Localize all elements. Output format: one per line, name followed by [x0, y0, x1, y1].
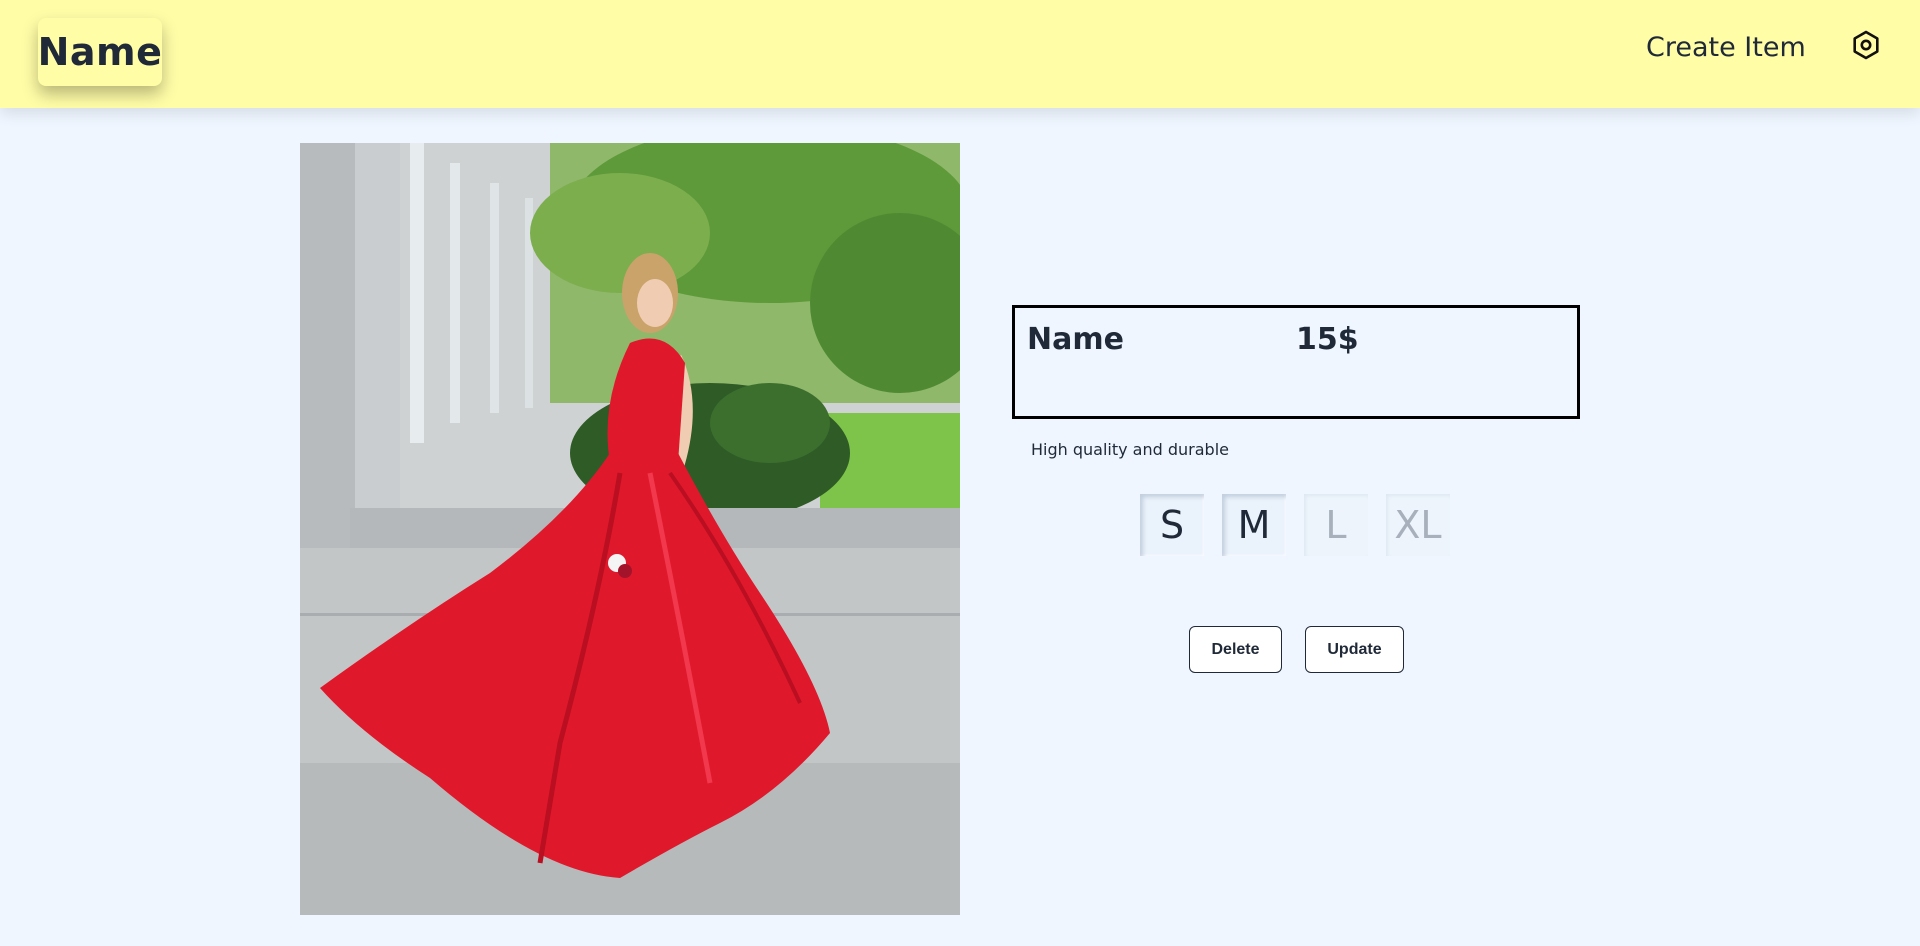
product-photo [300, 143, 960, 915]
product-price: 15$ [1296, 322, 1359, 357]
size-option-l[interactable]: L [1304, 494, 1368, 556]
brand-logo[interactable]: Name [38, 18, 162, 86]
navbar: Name Create Item [0, 0, 1920, 108]
create-item-link[interactable]: Create Item [1646, 27, 1806, 67]
size-option-m[interactable]: M [1222, 494, 1286, 556]
product-description: High quality and durable [1031, 440, 1229, 459]
gear-icon[interactable] [1851, 30, 1881, 60]
delete-button[interactable]: Delete [1189, 626, 1282, 673]
update-button[interactable]: Update [1305, 626, 1404, 673]
size-selector: S M L XL [1140, 494, 1450, 556]
size-option-s[interactable]: S [1140, 494, 1204, 556]
product-name: Name [1027, 322, 1124, 357]
product-info-box: Name 15$ [1012, 305, 1580, 419]
size-option-xl[interactable]: XL [1386, 494, 1450, 556]
